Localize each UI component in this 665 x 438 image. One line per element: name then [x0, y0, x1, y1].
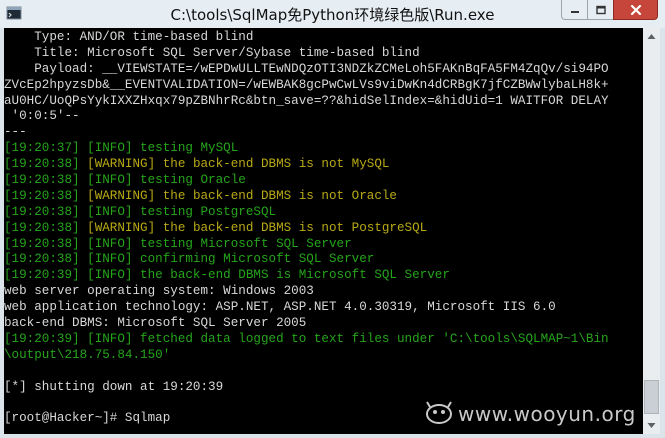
console-line-text: [19:20:38] [INFO] testing PostgreSQL	[4, 204, 277, 219]
console-line-text: [19:20:37] [INFO] testing MySQL	[4, 141, 239, 156]
console-line-text: [19:20:39] [INFO] the back-end DBMS is M…	[4, 268, 450, 283]
console-line: [*] shutting down at 19:20:39	[4, 380, 643, 396]
console-line: back-end DBMS: Microsoft SQL Server 2005	[4, 316, 643, 332]
console-line: [19:20:38] [INFO] testing Oracle	[4, 173, 643, 189]
console-text: Type: AND/OR time-based blind Title: Mic…	[4, 28, 643, 427]
console-line-text: [19:20:38] [INFO] testing Oracle	[4, 173, 246, 188]
console-line-text: \output\218.75.84.150'	[4, 347, 171, 362]
console-line-text: [root@Hacker~]# Sqlmap	[4, 411, 171, 426]
console-line-text: Type: AND/OR time-based blind	[4, 30, 254, 44]
scroll-up-arrow-icon[interactable]	[643, 28, 660, 45]
log-timestamp: [19:20:38]	[4, 157, 80, 172]
watermark-text: www.wooyun.org	[458, 402, 636, 426]
minimize-icon	[571, 10, 579, 13]
console-line-text: [WARNING] the back-end DBMS is not Oracl…	[79, 188, 397, 203]
console-line: [19:20:38] [INFO] confirming Microsoft S…	[4, 252, 643, 268]
log-timestamp: [19:20:38]	[4, 220, 80, 235]
log-timestamp: [19:20:38]	[4, 188, 80, 203]
console-line-text: ZVcEp2hpyzsDb&__EVENTVALIDATION=/wEWBAK8…	[4, 77, 609, 92]
console-line: Type: AND/OR time-based blind	[4, 30, 643, 46]
console-line-text: [*] shutting down at 19:20:39	[4, 379, 224, 394]
maximize-icon	[595, 5, 606, 14]
wooyun-logo-icon	[426, 401, 452, 424]
scrollbar-thumb[interactable]	[644, 380, 659, 414]
console-line: ZVcEp2hpyzsDb&__EVENTVALIDATION=/wEWBAK8…	[4, 78, 643, 94]
console-line-text: Payload: __VIEWSTATE=/wEPDwULLTEwNDQzOTI…	[4, 61, 609, 76]
console-line: [19:20:38] [WARNING] the back-end DBMS i…	[4, 221, 643, 237]
console-line-text: Title: Microsoft SQL Server/Sybase time-…	[4, 45, 420, 60]
console-line-text: web server operating system: Windows 200…	[4, 284, 314, 299]
console-line-text: [WARNING] the back-end DBMS is not MySQL	[79, 157, 390, 172]
console-line-text: [19:20:39] [INFO] fetched data logged to…	[4, 331, 609, 346]
console-line: [19:20:37] [INFO] testing MySQL	[4, 141, 643, 157]
minimize-button[interactable]	[561, 0, 588, 20]
console-line: [19:20:39] [INFO] fetched data logged to…	[4, 332, 643, 348]
console-line: aU0HC/UoQPsYykIXXZHxqx79pZBNhrRc&btn_sav…	[4, 94, 643, 110]
maximize-button[interactable]	[587, 0, 613, 20]
console-line: ---	[4, 125, 643, 141]
console-line: '0:0:5'--	[4, 109, 643, 125]
close-button[interactable]	[613, 0, 658, 20]
console-line: [19:20:38] [WARNING] the back-end DBMS i…	[4, 157, 643, 173]
console-line: Title: Microsoft SQL Server/Sybase time-…	[4, 46, 643, 62]
console-window: C:\tools\SqlMap免Python环境绿色版\Run.exe Type…	[0, 0, 665, 438]
console-line: web server operating system: Windows 200…	[4, 284, 643, 300]
vertical-scrollbar[interactable]	[643, 28, 660, 434]
console-line-text: back-end DBMS: Microsoft SQL Server 2005	[4, 316, 307, 331]
close-icon	[630, 4, 641, 15]
console-line: [19:20:39] [INFO] the back-end DBMS is M…	[4, 268, 643, 284]
console-line: \output\218.75.84.150'	[4, 348, 643, 364]
console-output[interactable]: Type: AND/OR time-based blind Title: Mic…	[4, 28, 643, 434]
scroll-down-arrow-icon[interactable]	[643, 417, 660, 434]
console-line: [19:20:38] [WARNING] the back-end DBMS i…	[4, 189, 643, 205]
console-line-text: aU0HC/UoQPsYykIXXZHxqx79pZBNhrRc&btn_sav…	[4, 93, 609, 108]
console-line-text: ---	[4, 125, 27, 140]
console-line: web application technology: ASP.NET, ASP…	[4, 300, 643, 316]
console-line: [19:20:38] [INFO] testing PostgreSQL	[4, 205, 643, 221]
console-line-text: [19:20:38] [INFO] confirming Microsoft S…	[4, 252, 375, 267]
console-line-text: [19:20:38] [INFO] testing Microsoft SQL …	[4, 236, 352, 251]
console-line-text: [WARNING] the back-end DBMS is not Postg…	[79, 220, 428, 235]
console-line-text: '0:0:5'--	[4, 109, 80, 124]
console-line: [19:20:38] [INFO] testing Microsoft SQL …	[4, 237, 643, 253]
console-line-text: web application technology: ASP.NET, ASP…	[4, 300, 556, 315]
console-line: Payload: __VIEWSTATE=/wEPDwULLTEwNDQzOTI…	[4, 62, 643, 78]
title-bar[interactable]: C:\tools\SqlMap免Python环境绿色版\Run.exe	[0, 0, 665, 28]
